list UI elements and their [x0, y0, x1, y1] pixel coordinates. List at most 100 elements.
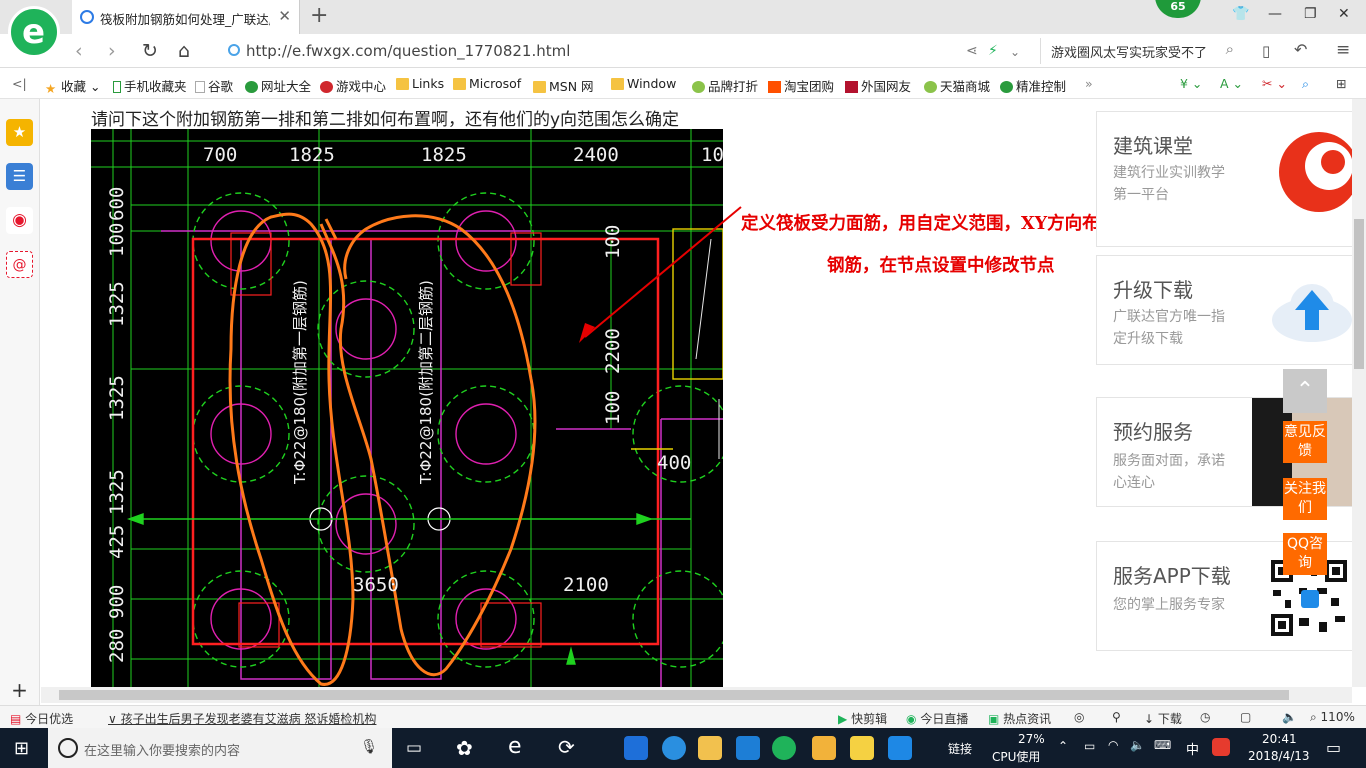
bookmark-windows[interactable]: Window	[611, 76, 676, 91]
search-icon[interactable]: ⌕	[1226, 40, 1234, 58]
battery-icon[interactable]: ▭	[1084, 739, 1095, 753]
bookmark-hao[interactable]: 网址大全	[245, 76, 311, 95]
tab-close-icon[interactable]: ✕	[278, 7, 291, 25]
bookmark-brand[interactable]: 品牌打折	[692, 76, 758, 95]
reading-list-icon[interactable]: ☰	[6, 163, 33, 190]
undo-icon[interactable]: ↶	[1294, 40, 1307, 59]
vertical-scroll-thumb[interactable]	[1354, 219, 1364, 369]
360-browser-taskbar-icon[interactable]	[772, 736, 796, 760]
help-taskbar-icon[interactable]	[850, 736, 874, 760]
tab-active[interactable]: 筏板附加钢筋如何处理_广联达服 ✕	[72, 0, 300, 34]
mail-icon[interactable]: @	[6, 251, 33, 278]
edge-taskbar-icon[interactable]	[624, 736, 648, 760]
cad-dim-2100: 2100	[563, 574, 609, 596]
speed-mode-icon[interactable]: ⚡	[988, 43, 998, 59]
ie2-taskbar-icon[interactable]	[662, 736, 686, 760]
share-icon[interactable]: ⋖	[966, 43, 978, 59]
bookmark-microsoft[interactable]: Microsof	[453, 76, 521, 91]
scissors-icon[interactable]: ✂ ⌄	[1262, 76, 1287, 91]
live-link[interactable]: ◉ 今日直播	[906, 710, 968, 727]
more-bookmarks-icon[interactable]: »	[1085, 76, 1093, 91]
add-sidebar-icon[interactable]: +	[6, 677, 33, 704]
magnifier-icon[interactable]: ⌕	[1302, 76, 1309, 92]
bookmark-foreign[interactable]: 外国网友	[845, 76, 911, 95]
phone-icon[interactable]: ▯	[1262, 42, 1270, 60]
swirl-app-icon[interactable]: ⟳	[558, 735, 575, 759]
today-picks-link[interactable]: ▤ 今日优选	[10, 710, 73, 727]
qq-consult-button[interactable]: QQ咨询	[1283, 533, 1327, 575]
mode-dropdown-icon[interactable]: ⌄	[1010, 45, 1020, 59]
menu-icon[interactable]: ≡	[1336, 40, 1350, 60]
windows-start-icon[interactable]: ⊞	[14, 738, 29, 759]
glodon-taskbar-icon[interactable]	[736, 736, 760, 760]
clock-time[interactable]: 20:41	[1262, 732, 1297, 746]
notification-center-icon[interactable]: ▭	[1326, 738, 1341, 757]
cad-rebar-label-1: T:Φ22@180(附加第一层钢筋)	[291, 280, 309, 485]
translate-icon[interactable]: A ⌄	[1220, 76, 1243, 91]
history-icon[interactable]: ◷	[1200, 710, 1210, 724]
bookmark-links[interactable]: Links	[396, 76, 444, 91]
pin-icon[interactable]: ⚲	[1112, 710, 1121, 724]
task-view-icon[interactable]: ▭	[406, 738, 422, 758]
keyboard-icon[interactable]: ⌨	[1154, 738, 1171, 752]
clock-date[interactable]: 2018/4/13	[1248, 749, 1310, 763]
fan-app-icon[interactable]: ✿	[456, 736, 473, 760]
links-label[interactable]: 链接	[948, 740, 972, 757]
bookmark-taobao[interactable]: 淘宝团购	[768, 76, 834, 95]
kuaijian-link[interactable]: ▶ 快剪辑	[838, 710, 887, 727]
vertical-scrollbar[interactable]	[1352, 99, 1366, 687]
close-window-button[interactable]: ✕	[1338, 6, 1350, 22]
card-upgrade-download[interactable]: 升级下载 广联达官方唯一指定升级下载	[1096, 255, 1352, 365]
home-icon[interactable]: ⌂	[178, 40, 190, 62]
browser-logo-icon[interactable]: e	[8, 6, 60, 58]
explorer-taskbar-icon[interactable]	[698, 736, 722, 760]
favorites-star-icon[interactable]: ★	[6, 119, 33, 146]
bookmark-precise[interactable]: 精准控制	[1000, 76, 1066, 95]
skin-icon[interactable]: 👕	[1232, 6, 1249, 22]
hot-news-link[interactable]: ▣ 热点资讯	[988, 710, 1051, 727]
bookmark-favorites[interactable]: ★ 收藏 ⌄	[45, 76, 100, 96]
horizontal-scroll-thumb[interactable]	[59, 690, 1289, 700]
back-to-top-button[interactable]: ⌃	[1283, 369, 1327, 413]
window-icon[interactable]: ▢	[1240, 710, 1251, 724]
taskbar-search[interactable]: 在这里输入你要搜索的内容 🎙	[48, 728, 392, 768]
cloud-upload-icon	[1272, 284, 1352, 342]
apps-grid-icon[interactable]: ⊞	[1336, 76, 1346, 91]
ie-taskbar-icon[interactable]: e	[508, 734, 522, 759]
bookmark-msn[interactable]: MSN 网	[533, 76, 594, 95]
back-icon[interactable]: ‹	[75, 40, 83, 62]
volume-icon[interactable]: 🔈	[1130, 738, 1145, 752]
bookmark-google[interactable]: 谷歌	[195, 76, 233, 95]
new-tab-button[interactable]: +	[310, 3, 328, 28]
speed-icon[interactable]: ◎	[1074, 710, 1084, 724]
refresh-icon[interactable]: ↻	[142, 40, 158, 62]
download-link[interactable]: ↓ 下载	[1144, 710, 1182, 727]
sidebar-toggle-icon[interactable]: <|	[12, 76, 27, 91]
tab-title: 筏板附加钢筋如何处理_广联达服	[100, 12, 270, 27]
card-building-class[interactable]: 建筑课堂 建筑行业实训教学第一平台	[1096, 111, 1352, 247]
restore-button[interactable]: ❐	[1304, 6, 1317, 22]
bookmark-tmall[interactable]: 天猫商城	[924, 76, 990, 95]
move-taskbar-icon[interactable]	[888, 736, 912, 760]
feedback-button[interactable]: 意见反馈	[1283, 421, 1327, 463]
wifi-icon[interactable]: ◠	[1108, 738, 1118, 752]
horizontal-scrollbar[interactable]	[41, 687, 1352, 703]
url-text: http://e.fwxgx.com/question_1770821.html	[246, 42, 571, 60]
ime-indicator[interactable]: 中	[1186, 739, 1199, 758]
search-box[interactable]: 游戏圈风太写实玩家受不了 ⌕	[1040, 38, 1240, 64]
minimize-button[interactable]: —	[1268, 6, 1282, 22]
bookmark-mobile[interactable]: 手机收藏夹	[113, 76, 187, 95]
news-ticker-link[interactable]: ∨ 孩子出生后男子发现老婆有艾滋病 怒诉婚检机构	[108, 710, 376, 727]
bookmark-games[interactable]: 游戏中心	[320, 76, 386, 95]
yuan-icon[interactable]: ¥ ⌄	[1180, 76, 1202, 91]
follow-us-button[interactable]: 关注我们	[1283, 478, 1327, 520]
zoom-level[interactable]: ⌕ 110%	[1310, 710, 1355, 725]
address-bar[interactable]: http://e.fwxgx.com/question_1770821.html	[222, 38, 1022, 64]
forward-icon[interactable]: ›	[108, 40, 116, 62]
sogou-ime-icon[interactable]	[1212, 738, 1230, 756]
speaker-icon[interactable]: 🔈	[1282, 710, 1297, 724]
notes-taskbar-icon[interactable]	[812, 736, 836, 760]
weibo-icon[interactable]: ◉	[6, 207, 33, 234]
tray-expand-icon[interactable]: ⌃	[1058, 739, 1068, 753]
microphone-icon[interactable]: 🎙	[360, 739, 378, 755]
